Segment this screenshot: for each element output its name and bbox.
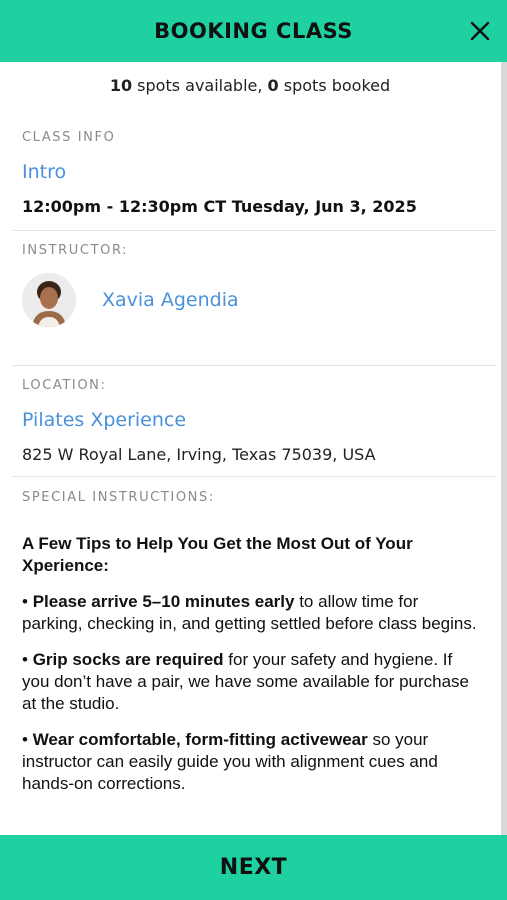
- header-bar: BOOKING CLASS: [0, 0, 507, 62]
- bullet: •: [22, 650, 33, 669]
- instructor-label: INSTRUCTOR:: [22, 243, 129, 258]
- tip-bold: Please arrive 5–10 minutes early: [32, 592, 295, 611]
- bullet: •: [22, 730, 33, 749]
- divider: [12, 365, 496, 366]
- special-instructions-body: A Few Tips to Help You Get the Most Out …: [0, 533, 500, 795]
- location-address: 825 W Royal Lane, Irving, Texas 75039, U…: [22, 445, 376, 464]
- scrollbar[interactable]: [501, 62, 507, 835]
- tip-item: • Grip socks are required for your safet…: [22, 649, 478, 715]
- page-title: BOOKING CLASS: [154, 19, 353, 43]
- booking-details[interactable]: 10 spots available, 0 spots booked CLASS…: [0, 62, 500, 835]
- location-name-link[interactable]: Pilates Xperience: [22, 409, 478, 431]
- special-instructions-section: SPECIAL INSTRUCTIONS:: [0, 490, 500, 505]
- close-icon[interactable]: [469, 20, 491, 42]
- tip-item: • Please arrive 5–10 minutes early to al…: [22, 591, 478, 635]
- tip-bold: Grip socks are required: [32, 650, 224, 669]
- instructor-photo: [22, 273, 76, 327]
- instructions-heading: A Few Tips to Help You Get the Most Out …: [22, 534, 413, 575]
- spots-booked-text: spots booked: [278, 76, 391, 95]
- location-section: LOCATION: Pilates Xperience 825 W Royal …: [0, 378, 500, 464]
- location-label: LOCATION:: [22, 378, 107, 393]
- class-info-section: CLASS INFO Intro 12:00pm - 12:30pm CT Tu…: [0, 130, 500, 216]
- class-info-label: CLASS INFO: [22, 130, 116, 145]
- bullet: •: [22, 592, 33, 611]
- instructor-name-link[interactable]: Xavia Agendia: [102, 289, 239, 311]
- class-time: 12:00pm - 12:30pm CT Tuesday, Jun 3, 202…: [22, 197, 417, 216]
- next-button[interactable]: NEXT: [0, 835, 507, 900]
- avatar[interactable]: [22, 273, 76, 327]
- tip-item: • Wear comfortable, form-fitting activew…: [22, 729, 478, 795]
- spots-available-count: 10: [109, 76, 133, 95]
- availability-summary: 10 spots available, 0 spots booked: [0, 76, 500, 98]
- instructor-section: INSTRUCTOR: Xavia Agendia: [0, 243, 500, 327]
- spots-booked-count: 0: [267, 76, 279, 95]
- tip-bold: Wear comfortable, form-fitting activewea…: [32, 730, 368, 749]
- special-instructions-label: SPECIAL INSTRUCTIONS:: [22, 490, 215, 505]
- next-button-label: NEXT: [219, 855, 288, 880]
- spots-available-text: spots available,: [132, 76, 268, 95]
- divider: [12, 476, 496, 477]
- class-name-link[interactable]: Intro: [22, 161, 478, 183]
- divider: [12, 230, 496, 231]
